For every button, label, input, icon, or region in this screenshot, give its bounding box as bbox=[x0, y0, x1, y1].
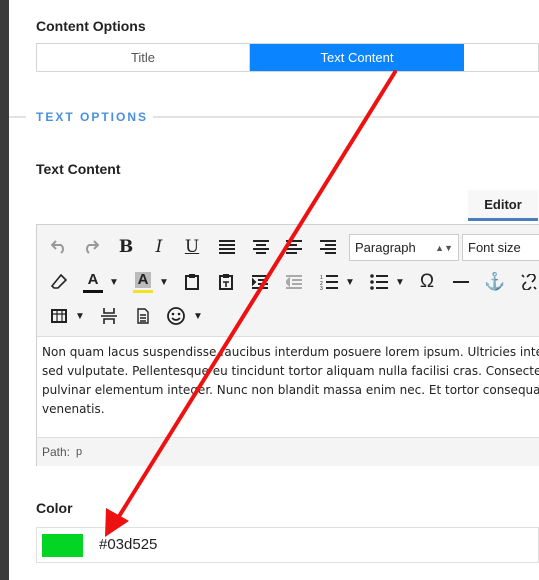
special-character-icon[interactable]: Ω bbox=[415, 270, 439, 294]
text-color-icon[interactable]: A bbox=[81, 268, 105, 296]
align-left-icon[interactable] bbox=[282, 235, 306, 259]
content-line: Non quam lacus suspendisse faucibus inte… bbox=[42, 345, 539, 359]
numbered-list-icon[interactable]: 123 bbox=[317, 270, 341, 294]
table-dropdown-icon[interactable]: ▼ bbox=[74, 308, 86, 324]
document-icon[interactable] bbox=[131, 304, 155, 328]
segment-empty bbox=[464, 44, 538, 71]
undo-icon[interactable] bbox=[47, 235, 71, 259]
content-line: sed vulputate. Pellentesque eu tincidunt… bbox=[42, 364, 539, 378]
outdent-icon[interactable] bbox=[282, 270, 306, 294]
paste-icon[interactable] bbox=[180, 270, 204, 294]
font-size-select[interactable]: Font size bbox=[462, 234, 539, 261]
path-label: Path: bbox=[42, 445, 71, 459]
clear-formatting-icon[interactable] bbox=[47, 270, 71, 294]
anchor-icon[interactable]: ⚓ bbox=[483, 270, 507, 294]
text-color-dropdown-icon[interactable]: ▼ bbox=[108, 274, 120, 290]
page-break-icon[interactable] bbox=[97, 304, 121, 328]
left-panel-edge bbox=[0, 0, 9, 580]
segment-text-content[interactable]: Text Content bbox=[250, 44, 464, 71]
emoticons-dropdown-icon[interactable]: ▼ bbox=[192, 308, 204, 324]
indent-icon[interactable] bbox=[248, 270, 272, 294]
background-color-dropdown-icon[interactable]: ▼ bbox=[158, 274, 170, 290]
align-right-icon[interactable] bbox=[316, 235, 340, 259]
paragraph-format-select[interactable]: Paragraph ▲▼ bbox=[349, 234, 459, 261]
divider-left bbox=[9, 116, 26, 118]
italic-icon[interactable]: I bbox=[147, 235, 171, 259]
color-swatch[interactable] bbox=[42, 534, 83, 557]
underline-icon[interactable]: U bbox=[180, 235, 204, 259]
editor-toolbar: B I U Paragraph ▲▼ Font size A ▼ A ▼ 1 2… bbox=[37, 225, 539, 337]
align-justify-icon[interactable] bbox=[215, 235, 239, 259]
editor-content[interactable]: Non quam lacus suspendisse faucibus inte… bbox=[42, 343, 539, 419]
emoticons-icon[interactable] bbox=[164, 304, 188, 328]
text-content-label: Text Content bbox=[36, 161, 121, 177]
align-center-icon[interactable] bbox=[249, 235, 273, 259]
svg-text:3: 3 bbox=[320, 286, 323, 290]
content-line: pulvinar elementum integer. Nunc non bla… bbox=[42, 383, 539, 397]
bullet-list-dropdown-icon[interactable]: ▼ bbox=[394, 274, 406, 290]
content-options-segmented-control: Title Text Content bbox=[36, 43, 539, 72]
bullet-list-icon[interactable] bbox=[367, 270, 391, 294]
redo-icon[interactable] bbox=[79, 235, 103, 259]
paste-text-icon[interactable] bbox=[214, 270, 238, 294]
background-color-icon[interactable]: A bbox=[131, 268, 155, 296]
editor-tab[interactable]: Editor bbox=[468, 190, 538, 221]
table-icon[interactable] bbox=[47, 304, 71, 328]
font-size-value: Font size bbox=[468, 240, 521, 255]
editor-statusbar: Path: p bbox=[37, 437, 539, 466]
bold-icon[interactable]: B bbox=[114, 235, 138, 259]
path-element[interactable]: p bbox=[76, 446, 82, 458]
color-hex-value[interactable]: #03d525 bbox=[99, 536, 157, 553]
segment-title[interactable]: Title bbox=[37, 44, 250, 71]
horizontal-line-icon[interactable] bbox=[449, 270, 473, 294]
content-line: venenatis. bbox=[42, 402, 105, 416]
color-picker-field[interactable]: #03d525 bbox=[36, 527, 539, 563]
rich-text-editor: B I U Paragraph ▲▼ Font size A ▼ A ▼ 1 2… bbox=[36, 224, 539, 466]
numbered-list-dropdown-icon[interactable]: ▼ bbox=[344, 274, 356, 290]
text-options-heading: TEXT OPTIONS bbox=[36, 110, 149, 124]
select-arrows-icon: ▲▼ bbox=[435, 242, 453, 253]
paragraph-format-value: Paragraph bbox=[355, 240, 416, 255]
color-label: Color bbox=[36, 500, 73, 516]
content-options-label: Content Options bbox=[36, 18, 146, 34]
unlink-icon[interactable] bbox=[517, 270, 539, 294]
divider-right bbox=[153, 116, 539, 118]
